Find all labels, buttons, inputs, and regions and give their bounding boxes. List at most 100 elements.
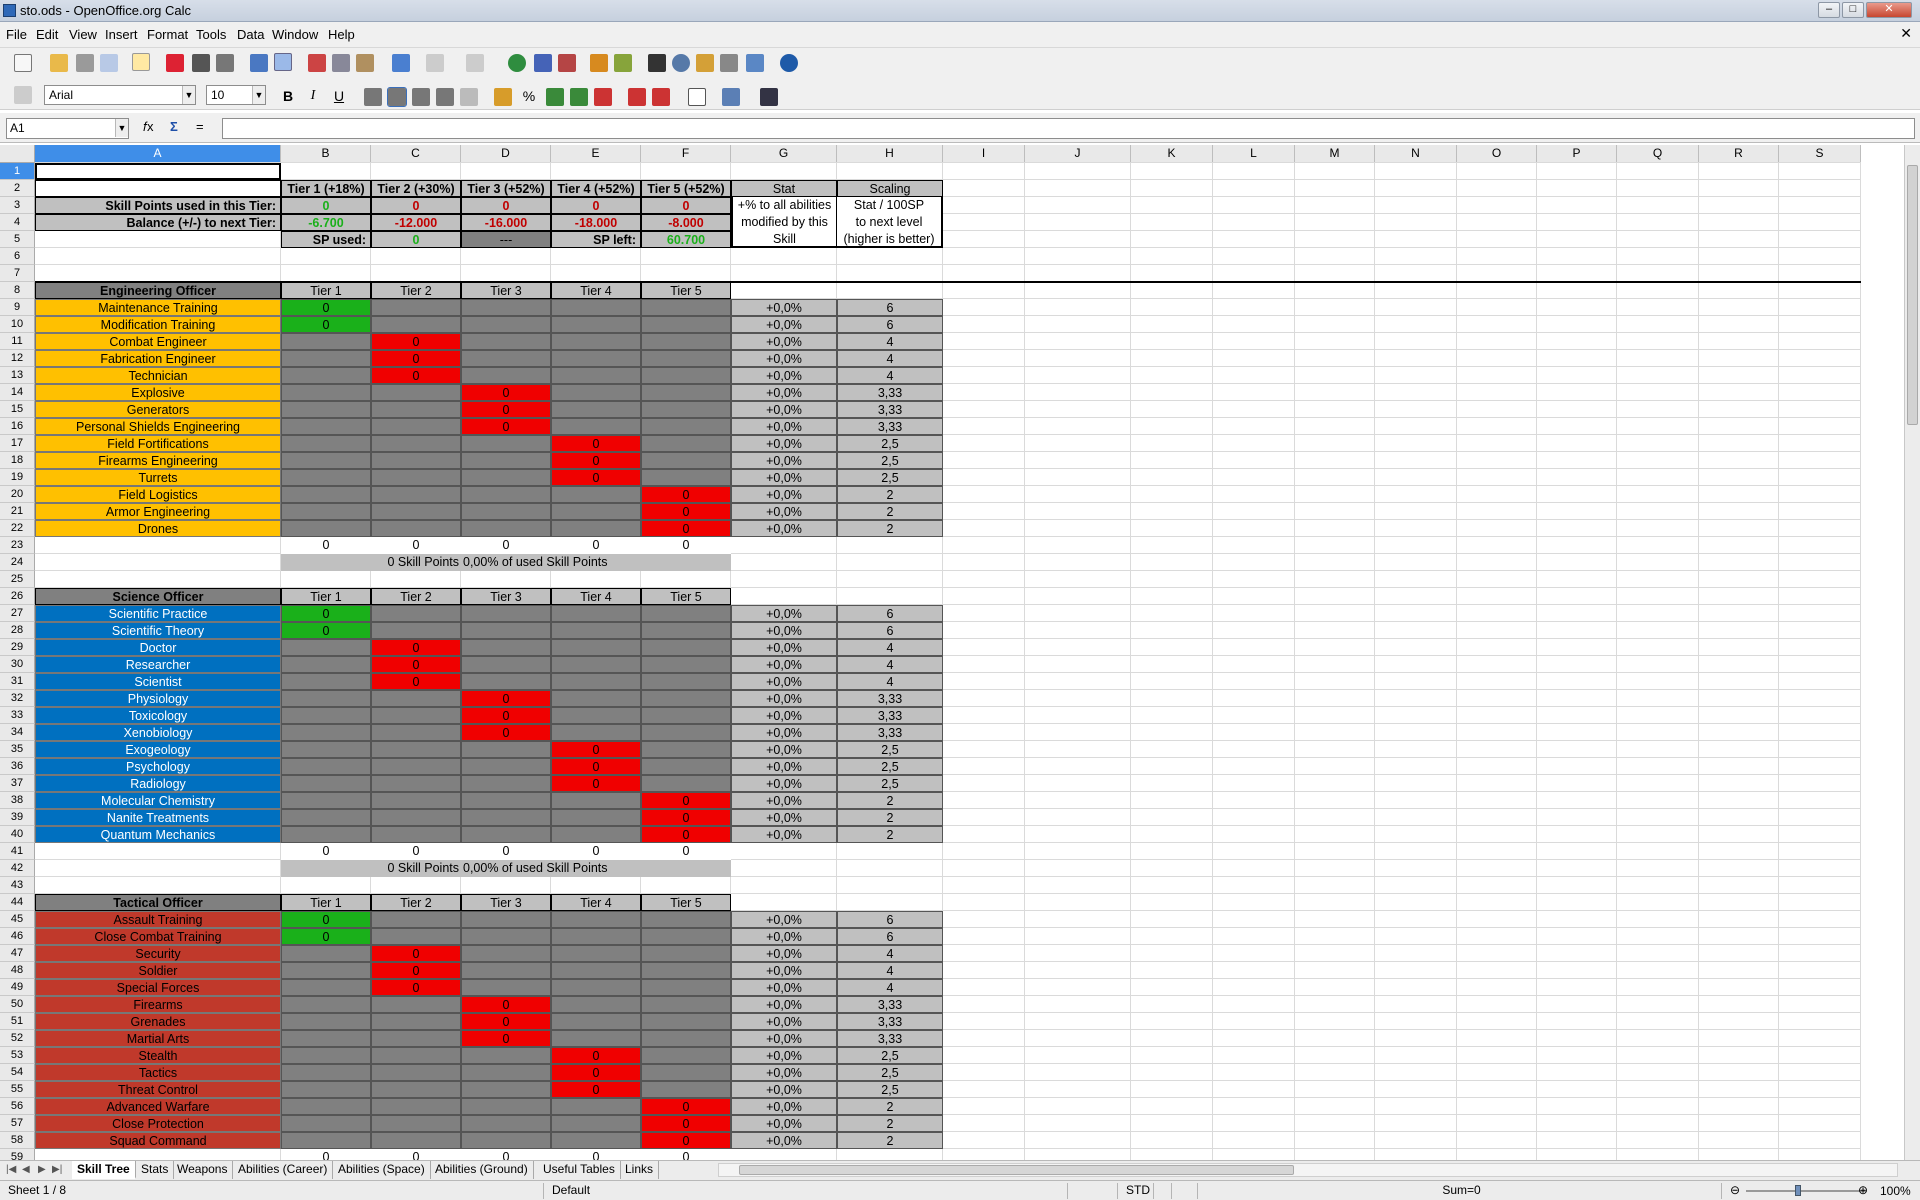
tier-cell[interactable] <box>281 367 371 384</box>
stat-value[interactable]: +0,0% <box>731 724 837 741</box>
stat-value[interactable]: +0,0% <box>731 469 837 486</box>
row-header[interactable]: 29 <box>0 639 35 656</box>
cell-a1[interactable] <box>35 163 281 180</box>
column-header[interactable]: E <box>551 145 641 163</box>
scaling-value[interactable]: 2,5 <box>837 1081 943 1098</box>
scaling-value[interactable]: 4 <box>837 333 943 350</box>
selection-mode[interactable]: STD <box>1122 1183 1154 1199</box>
tier-cell[interactable] <box>551 996 641 1013</box>
scaling-value[interactable]: 4 <box>837 673 943 690</box>
tier-cell[interactable] <box>641 435 731 452</box>
menu-insert[interactable]: Insert <box>105 27 138 42</box>
tier-cell[interactable] <box>461 741 551 758</box>
row-header[interactable]: 35 <box>0 741 35 758</box>
justify-icon[interactable] <box>436 88 454 106</box>
tier-cell[interactable] <box>641 928 731 945</box>
tier-cell[interactable] <box>461 1115 551 1132</box>
section-sp-percent[interactable]: 0,00% of used Skill Points <box>461 554 731 571</box>
tier-cell[interactable] <box>371 775 461 792</box>
tier-cell[interactable] <box>281 792 371 809</box>
cut-icon[interactable] <box>308 54 326 72</box>
skill-name[interactable]: Xenobiology <box>35 724 281 741</box>
tier-cell[interactable] <box>371 452 461 469</box>
column-header[interactable]: F <box>641 145 731 163</box>
tier-cell[interactable] <box>281 469 371 486</box>
new-document-icon[interactable] <box>14 54 32 72</box>
scaling-value[interactable]: 2,5 <box>837 1064 943 1081</box>
tier-cell[interactable] <box>281 656 371 673</box>
chevron-down-icon[interactable]: ▼ <box>182 86 195 104</box>
tier-header[interactable]: Tier 5 (+52%) <box>641 180 731 197</box>
copy-icon[interactable] <box>332 54 350 72</box>
tier-cell[interactable] <box>551 520 641 537</box>
tab-skill-tree[interactable]: Skill Tree <box>72 1161 136 1179</box>
tier-cell[interactable] <box>551 367 641 384</box>
column-header[interactable]: G <box>731 145 837 163</box>
first-sheet-icon[interactable]: |◀ <box>6 1164 16 1175</box>
tier-used-value[interactable]: 0 <box>551 197 641 214</box>
skill-points-input[interactable]: 0 <box>281 316 371 333</box>
menu-view[interactable]: View <box>69 27 97 42</box>
tier-cell[interactable] <box>281 520 371 537</box>
tier-cell[interactable] <box>461 928 551 945</box>
tier-cell[interactable] <box>461 469 551 486</box>
input-line[interactable] <box>222 118 1915 139</box>
scaling-description[interactable]: to next level <box>837 214 943 231</box>
row-header[interactable]: 44 <box>0 894 35 911</box>
stat-value[interactable]: +0,0% <box>731 316 837 333</box>
tier-cell[interactable] <box>371 996 461 1013</box>
zoom-in-icon[interactable]: ⊕ <box>1858 1183 1868 1197</box>
tier-cell[interactable] <box>281 758 371 775</box>
tier-cell[interactable] <box>281 1064 371 1081</box>
scaling-value[interactable]: 2,5 <box>837 741 943 758</box>
skill-name[interactable]: Doctor <box>35 639 281 656</box>
skill-name[interactable]: Security <box>35 945 281 962</box>
stat-value[interactable]: +0,0% <box>731 452 837 469</box>
tier-cell[interactable] <box>551 605 641 622</box>
skill-name[interactable]: Firearms <box>35 996 281 1013</box>
skill-points-input[interactable]: 0 <box>641 809 731 826</box>
column-header[interactable]: O <box>1457 145 1537 163</box>
tier-cell[interactable] <box>551 1098 641 1115</box>
tier-cell[interactable] <box>371 707 461 724</box>
scaling-header[interactable]: Scaling <box>837 180 943 197</box>
skill-name[interactable]: Scientist <box>35 673 281 690</box>
skill-points-input[interactable]: 0 <box>281 911 371 928</box>
page-style[interactable]: Default <box>548 1183 1068 1199</box>
tier-used-value[interactable]: 0 <box>641 197 731 214</box>
tier-cell[interactable] <box>551 945 641 962</box>
row-header[interactable]: 8 <box>0 282 35 299</box>
skill-name[interactable]: Field Logistics <box>35 486 281 503</box>
stat-value[interactable]: +0,0% <box>731 996 837 1013</box>
scaling-value[interactable]: 6 <box>837 299 943 316</box>
tier-cell[interactable] <box>641 673 731 690</box>
stat-description[interactable]: Skill <box>731 231 837 248</box>
tier-total[interactable]: 0 <box>281 537 371 554</box>
tier-cell[interactable] <box>281 333 371 350</box>
zoom-out-icon[interactable]: ⊖ <box>1730 1183 1740 1197</box>
section-title[interactable]: Engineering Officer <box>35 282 281 299</box>
tier-cell[interactable] <box>371 741 461 758</box>
tier-cell[interactable] <box>281 979 371 996</box>
tier-cell[interactable] <box>551 639 641 656</box>
tier-cell[interactable] <box>371 1132 461 1149</box>
tier-cell[interactable] <box>551 486 641 503</box>
skill-points-input[interactable]: 0 <box>371 979 461 996</box>
tier-cell[interactable] <box>461 911 551 928</box>
tab-weapons[interactable]: Weapons <box>172 1161 234 1179</box>
tier-cell[interactable] <box>371 503 461 520</box>
tier-cell[interactable] <box>461 809 551 826</box>
stat-value[interactable]: +0,0% <box>731 1132 837 1149</box>
stat-value[interactable]: +0,0% <box>731 1047 837 1064</box>
row-header[interactable]: 48 <box>0 962 35 979</box>
tier-cell[interactable] <box>461 758 551 775</box>
stat-value[interactable]: +0,0% <box>731 639 837 656</box>
tier-label[interactable]: Tier 4 <box>551 282 641 299</box>
tier-cell[interactable] <box>641 316 731 333</box>
scaling-value[interactable]: 2 <box>837 486 943 503</box>
tier-cell[interactable] <box>461 656 551 673</box>
stat-value[interactable]: +0,0% <box>731 418 837 435</box>
tier-cell[interactable] <box>641 1013 731 1030</box>
increase-indent-icon[interactable] <box>652 88 670 106</box>
skill-points-input[interactable]: 0 <box>371 350 461 367</box>
